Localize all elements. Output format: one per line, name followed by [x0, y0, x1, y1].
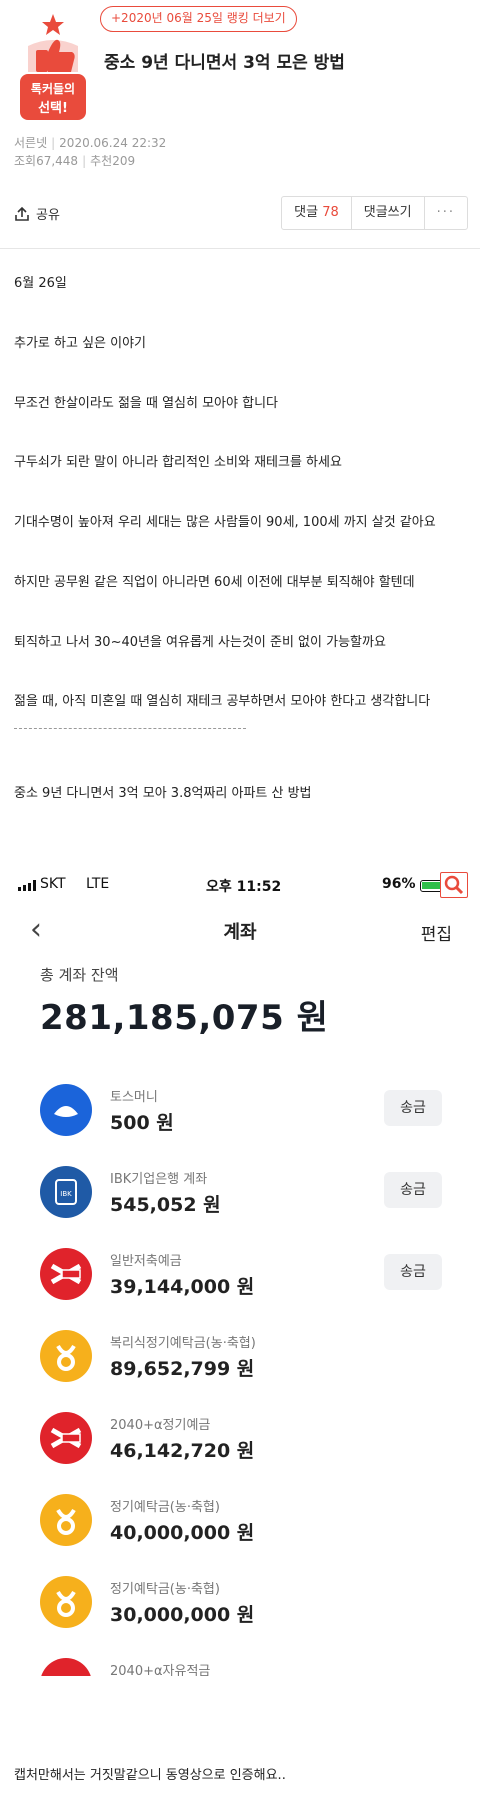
kb-icon: [40, 1658, 92, 1676]
kb-icon: [40, 1412, 92, 1464]
account-amount: 39,144,000 원: [110, 1276, 255, 1298]
comment-count: 78: [322, 205, 339, 220]
account-name: 복리식정기예탁금(농·축협): [110, 1336, 256, 1351]
account-amount: 545,052 원: [110, 1194, 221, 1216]
share-button[interactable]: 공유: [14, 204, 60, 223]
total-balance-label: 총 계좌 잔액: [40, 966, 119, 984]
paragraph: 구두쇠가 되란 말이 아니라 합리적인 소비와 재테크를 하세요: [14, 455, 342, 470]
account-row[interactable]: 2040+α정기예금 46,142,720 원: [0, 1406, 480, 1482]
paragraph: 하지만 공무원 같은 직업이 아니라면 60세 이전에 대부분 퇴직해야 할텐데: [14, 575, 415, 590]
carrier: SKT: [40, 876, 66, 892]
ibk-icon: IBK: [40, 1166, 92, 1218]
account-name: 토스머니: [110, 1090, 158, 1105]
account-name: IBK기업은행 계좌: [110, 1172, 208, 1187]
kb-icon: [40, 1248, 92, 1300]
post-footer-text: 캡처만해서는 거짓말같으니 동영상으로 인증해요..: [14, 1768, 286, 1783]
screen-title: 계좌: [223, 922, 257, 943]
comments-button[interactable]: 댓글 78: [282, 197, 352, 229]
send-money-button[interactable]: 송금: [384, 1090, 442, 1126]
account-amount: 89,652,799 원: [110, 1358, 255, 1380]
account-row[interactable]: 복리식정기예탁금(농·축협) 89,652,799 원: [0, 1324, 480, 1400]
paragraph: 무조건 한살이라도 젊을 때 열심히 모아야 합니다: [14, 396, 278, 411]
account-amount: 500 원: [110, 1112, 174, 1134]
paragraph: 퇴직하고 나서 30~40년을 여유롭게 사는것이 준비 없이 가능할까요: [14, 635, 386, 650]
total-balance-amount: 281,185,075 원: [40, 998, 329, 1038]
account-row[interactable]: 토스머니 500 원 송금: [0, 1078, 480, 1154]
account-name: 정기예탁금(농·축협): [110, 1500, 220, 1515]
more-button[interactable]: ···: [425, 197, 467, 229]
post-meta-stats: 조회67,448 | 추천209: [14, 154, 136, 168]
bank-app-screenshot: SKT LTE 오후 11:52 96% ‹ 계좌 편집 총 계좌 잔액 281…: [0, 856, 480, 1676]
account-row[interactable]: IBK IBK기업은행 계좌 545,052 원 송금: [0, 1160, 480, 1236]
post-date: 2020.06.24 22:32: [59, 136, 167, 150]
account-amount: 46,142,720 원: [110, 1440, 255, 1462]
tokker-choice-badge: 톡커들의 선택!: [20, 14, 86, 120]
svg-text:선택!: 선택!: [38, 100, 68, 116]
account-name: 2040+α자유적금: [110, 1664, 211, 1676]
nh-icon: [40, 1576, 92, 1628]
send-money-button[interactable]: 송금: [384, 1172, 442, 1208]
nh-icon: [40, 1494, 92, 1546]
zoom-icon[interactable]: [440, 872, 468, 898]
paragraph: 기대수명이 높아져 우리 세대는 많은 사람들이 90세, 100세 까지 살것…: [14, 515, 436, 530]
toss-icon: [40, 1084, 92, 1136]
paragraph: 중소 9년 다니면서 3억 모아 3.8억짜리 아파트 산 방법: [14, 786, 312, 801]
account-amount: 40,000,000 원: [110, 1522, 255, 1544]
paragraph: 추가로 하고 싶은 이야기: [14, 336, 146, 351]
edit-button[interactable]: 편집: [421, 920, 452, 945]
share-label: 공유: [36, 208, 60, 223]
post-meta-author-date: 서른넷 | 2020.06.24 22:32: [14, 136, 167, 150]
paragraph: 6월 26일: [14, 276, 67, 291]
share-icon: [15, 206, 29, 221]
post-title: 중소 9년 다니면서 3억 모은 방법: [104, 53, 345, 73]
account-name: 일반저축예금: [110, 1254, 182, 1269]
status-time: 오후 11:52: [206, 879, 282, 895]
nh-icon: [40, 1330, 92, 1382]
account-row[interactable]: 정기예탁금(농·축협) 40,000,000 원: [0, 1488, 480, 1564]
account-name: 2040+α정기예금: [110, 1418, 211, 1433]
author-name[interactable]: 서른넷: [14, 136, 47, 150]
paragraph: 젊을 때, 아직 미혼일 때 열심히 재테크 공부하면서 모아야 한다고 생각합…: [14, 694, 431, 709]
dashed-divider: [14, 728, 246, 729]
account-amount: 30,000,000 원: [110, 1604, 255, 1626]
recommend-count: 추천209: [90, 154, 136, 168]
account-row-partial[interactable]: 2040+α자유적금: [0, 1652, 480, 1676]
signal-icon: [18, 880, 36, 891]
account-name: 정기예탁금(농·축협): [110, 1582, 220, 1597]
comment-actions: 댓글 78 댓글쓰기 ···: [281, 196, 468, 230]
svg-text:톡커들의: 톡커들의: [31, 81, 75, 96]
view-count: 조회67,448: [14, 154, 79, 168]
ranking-more-link[interactable]: +2020년 06월 25일 랭킹 더보기: [100, 6, 297, 32]
svg-text:IBK: IBK: [60, 1190, 72, 1198]
account-row[interactable]: 정기예탁금(농·축협) 30,000,000 원: [0, 1570, 480, 1646]
network-type: LTE: [86, 876, 110, 892]
post-page: 톡커들의 선택! +2020년 06월 25일 랭킹 더보기 중소 9년 다니면…: [0, 0, 480, 1814]
divider: [0, 248, 480, 249]
account-row[interactable]: 일반저축예금 39,144,000 원 송금: [0, 1242, 480, 1318]
battery-percent: 96%: [382, 876, 416, 892]
send-money-button[interactable]: 송금: [384, 1254, 442, 1290]
write-comment-button[interactable]: 댓글쓰기: [352, 197, 425, 229]
